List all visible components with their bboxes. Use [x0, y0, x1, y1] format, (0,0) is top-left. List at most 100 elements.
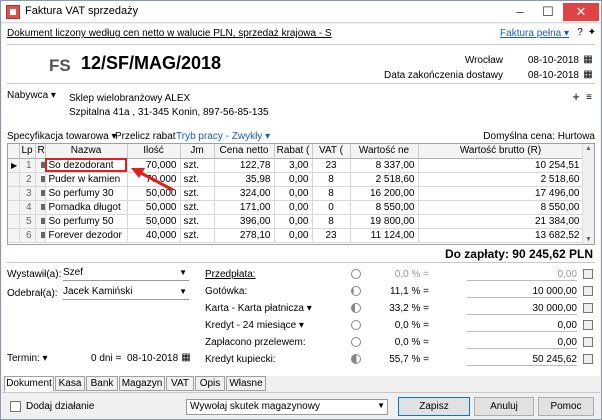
col-header[interactable]: [8, 144, 20, 159]
col-header-lp[interactable]: Lp: [19, 144, 36, 159]
calculator-icon[interactable]: [583, 269, 593, 279]
table-row[interactable]: 3 So perfumy 30 50,000 szt. 324,00 0,00 …: [8, 186, 584, 201]
calendar-icon[interactable]: ▦: [583, 55, 593, 65]
cell-unit[interactable]: szt.: [180, 214, 215, 229]
cell-name[interactable]: So perfumy 50: [45, 214, 128, 229]
cell-name[interactable]: So perfumy 30: [45, 186, 128, 201]
tab-vat[interactable]: VAT: [166, 376, 194, 391]
default-price[interactable]: Domyślna cena: Hurtowa: [483, 131, 595, 142]
table-row[interactable]: 2 Puder w kamien 70,000 szt. 35,98 0,00 …: [8, 172, 584, 187]
cell-vat[interactable]: 23: [312, 228, 351, 243]
cell-discount[interactable]: 3,00: [274, 158, 313, 173]
calculator-icon[interactable]: [583, 303, 593, 313]
cell-unit[interactable]: szt.: [180, 228, 215, 243]
list-icon[interactable]: ≡: [584, 93, 594, 103]
cell-discount[interactable]: 0,00: [274, 186, 313, 201]
cell-price[interactable]: 396,00: [214, 214, 275, 229]
tab-document[interactable]: Dokument: [4, 376, 54, 392]
delivery-date[interactable]: 08-10-2018: [528, 70, 579, 81]
spec-menu[interactable]: Specyfikacja towarowa ▾: [7, 131, 117, 142]
cell-price[interactable]: 122,78: [214, 158, 275, 173]
term-date[interactable]: 08-10-2018: [127, 353, 178, 364]
term-dropdown[interactable]: Termin: ▾: [7, 353, 48, 364]
cell-unit[interactable]: szt.: [180, 186, 215, 201]
received-by-select[interactable]: Jacek Kamiński ▼: [63, 286, 189, 300]
buyer-dropdown[interactable]: Nabywca ▾: [7, 90, 56, 101]
calculator-icon[interactable]: [583, 320, 593, 330]
help-icon[interactable]: ?: [575, 28, 585, 38]
col-header-r[interactable]: R: [35, 144, 46, 159]
table-row[interactable]: 6 Forever dezodor 40,000 szt. 278,10 0,0…: [8, 228, 584, 243]
cell-name[interactable]: Forever dezodor: [45, 228, 128, 243]
col-header-vat[interactable]: VAT (: [312, 144, 351, 159]
magazine-effect-select[interactable]: Wywołaj skutek magazynowy ▼: [186, 399, 388, 415]
save-button[interactable]: Zapisz: [398, 397, 470, 416]
close-button[interactable]: ✕: [563, 3, 599, 21]
cell-vat[interactable]: 23: [312, 158, 351, 173]
work-mode-menu[interactable]: Tryb pracy - Zwykły ▾: [176, 131, 270, 142]
col-header-qty[interactable]: Ilość: [127, 144, 181, 159]
cell-vat[interactable]: 8: [312, 172, 351, 187]
term-days[interactable]: 0 dni =: [91, 353, 121, 364]
pin-icon[interactable]: ✦: [587, 28, 597, 38]
cell-gross[interactable]: 21 384,00: [418, 214, 584, 229]
tab-cash[interactable]: Kasa: [55, 376, 85, 391]
invoice-form-link[interactable]: Faktura pełna ▾: [500, 28, 569, 39]
issued-by-select[interactable]: Szef ▼: [63, 267, 189, 281]
cell-net[interactable]: 2 518,60: [350, 172, 419, 187]
col-header-unit[interactable]: Jm: [180, 144, 215, 159]
cell-discount[interactable]: 0,00: [274, 200, 313, 215]
cell-qty[interactable]: 50,000: [127, 214, 181, 229]
cell-gross[interactable]: 2 518,60: [418, 172, 584, 187]
cell-discount[interactable]: 0,00: [274, 172, 313, 187]
cell-price[interactable]: 171,00: [214, 200, 275, 215]
cell-gross[interactable]: 10 254,51: [418, 158, 584, 173]
add-icon[interactable]: +: [571, 90, 581, 103]
calculator-icon[interactable]: [583, 337, 593, 347]
calculator-icon[interactable]: [583, 286, 593, 296]
table-row[interactable]: 4 Pomadka długot 50,000 szt. 171,00 0,00…: [8, 200, 584, 215]
cell-name[interactable]: Pomadka długot: [45, 200, 128, 215]
cell-discount[interactable]: 0,00: [274, 228, 313, 243]
table-row[interactable]: ▶ 1 So dezodorant 70,000 szt. 122,78 3,0…: [8, 158, 584, 173]
calendar-icon[interactable]: ▦: [181, 353, 191, 363]
col-header-gross[interactable]: Wartość brutto (R): [418, 144, 584, 159]
calendar-icon[interactable]: ▦: [583, 70, 593, 80]
cell-unit[interactable]: szt.: [180, 172, 215, 187]
minimize-button[interactable]: –: [507, 3, 533, 21]
cell-unit[interactable]: szt.: [180, 200, 215, 215]
cell-vat[interactable]: 0: [312, 200, 351, 215]
cell-net[interactable]: 8 337,00: [350, 158, 419, 173]
cell-qty[interactable]: 40,000: [127, 228, 181, 243]
cell-name[interactable]: So dezodorant: [45, 158, 128, 173]
issue-date[interactable]: 08-10-2018: [528, 55, 579, 66]
cell-net[interactable]: 19 800,00: [350, 214, 419, 229]
cell-net[interactable]: 16 200,00: [350, 186, 419, 201]
cell-qty[interactable]: 50,000: [127, 200, 181, 215]
cell-name[interactable]: Puder w kamien: [45, 172, 128, 187]
cell-unit[interactable]: szt.: [180, 158, 215, 173]
cell-price[interactable]: 278,10: [214, 228, 275, 243]
cell-price[interactable]: 35,98: [214, 172, 275, 187]
cell-vat[interactable]: 8: [312, 214, 351, 229]
cell-price[interactable]: 324,00: [214, 186, 275, 201]
cell-vat[interactable]: 8: [312, 186, 351, 201]
tab-custom[interactable]: Własne: [226, 376, 266, 391]
cell-gross[interactable]: 13 682,52: [418, 228, 584, 243]
maximize-button[interactable]: ☐: [535, 3, 561, 21]
tab-description[interactable]: Opis: [195, 376, 225, 391]
buyer-name[interactable]: Sklep wielobranżowy ALEX: [69, 93, 190, 104]
cancel-button[interactable]: Anuluj: [474, 397, 534, 416]
cell-gross[interactable]: 17 496,00: [418, 186, 584, 201]
help-button[interactable]: Pomoc: [538, 397, 594, 416]
col-header-discount[interactable]: Rabat (: [274, 144, 313, 159]
col-header-net[interactable]: Wartość ne: [350, 144, 419, 159]
cell-gross[interactable]: 8 550,00: [418, 200, 584, 215]
cell-net[interactable]: 8 550,00: [350, 200, 419, 215]
tab-warehouse[interactable]: Magazyn: [119, 376, 165, 391]
col-header-price[interactable]: Cena netto: [214, 144, 275, 159]
grid-scrollbar[interactable]: [582, 144, 594, 244]
recalc-discount-link[interactable]: Przelicz rabat: [115, 131, 176, 142]
col-header-name[interactable]: Nazwa: [45, 144, 128, 159]
cell-net[interactable]: 11 124,00: [350, 228, 419, 243]
